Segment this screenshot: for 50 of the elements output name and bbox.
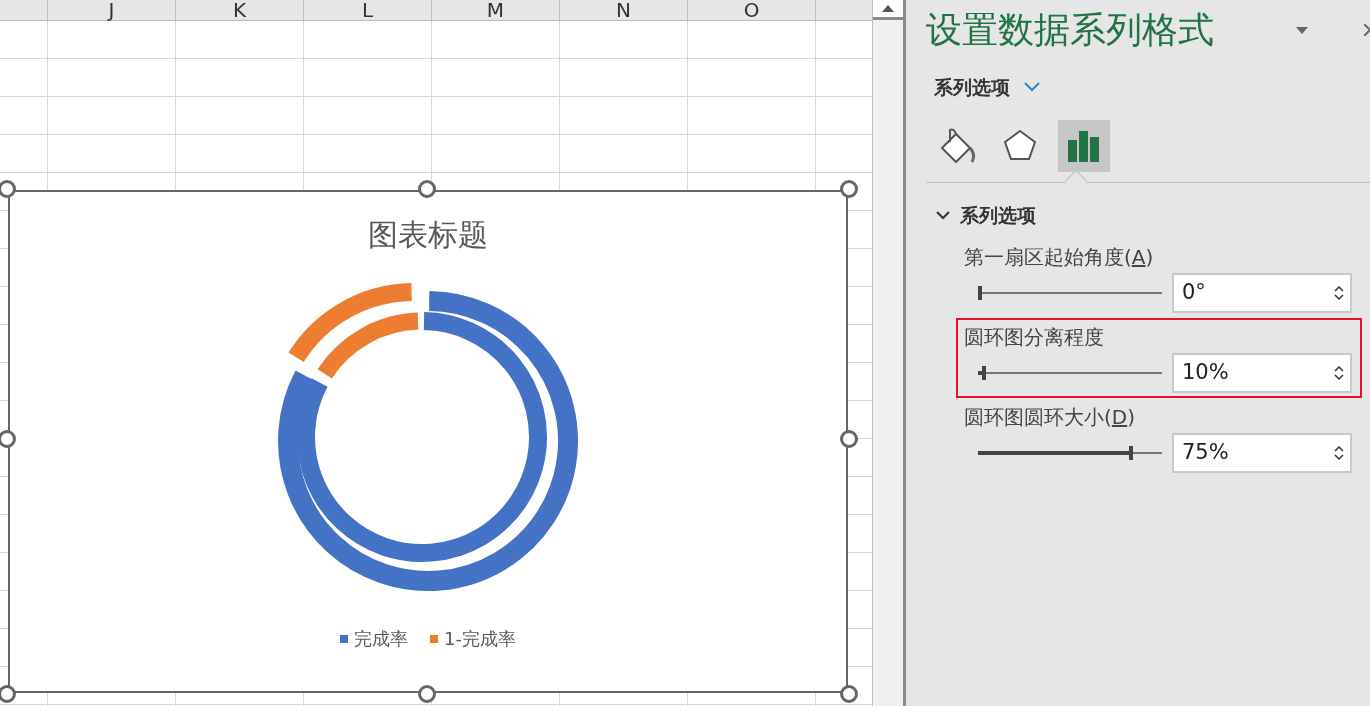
- icon-tab[interactable]: [1058, 120, 1110, 172]
- spin-up-icon[interactable]: [1334, 444, 1344, 452]
- resize-handle[interactable]: [0, 430, 16, 448]
- options-dropdown[interactable]: 系列选项: [934, 72, 1010, 102]
- close-icon[interactable]: [1364, 24, 1370, 36]
- setting-label: 第一扇区起始角度(A): [964, 243, 1154, 271]
- field-value: 10%: [1182, 358, 1229, 386]
- scroll-up-icon[interactable]: [882, 5, 894, 12]
- resize-handle[interactable]: [418, 180, 436, 198]
- spin-down-icon[interactable]: [1334, 453, 1344, 461]
- spin-field[interactable]: 0°: [1172, 272, 1352, 313]
- slider-thumb[interactable]: [978, 285, 982, 300]
- column-header[interactable]: N: [560, 0, 688, 20]
- resize-handle[interactable]: [0, 180, 16, 198]
- slider-track[interactable]: [978, 365, 1162, 380]
- resize-handle[interactable]: [0, 685, 16, 703]
- column-header[interactable]: K: [176, 0, 304, 20]
- bar-chart-icon: [1066, 128, 1102, 164]
- resize-handle[interactable]: [840, 180, 858, 198]
- chart-title: 图表标题: [368, 216, 488, 254]
- column-header[interactable]: M: [432, 0, 560, 20]
- column-header[interactable]: L: [304, 0, 432, 20]
- field-value: 75%: [1182, 438, 1229, 466]
- dropdown-caret-icon[interactable]: [1296, 26, 1308, 34]
- slider-track[interactable]: [978, 285, 1162, 300]
- resize-handle[interactable]: [418, 685, 436, 703]
- slider-thumb[interactable]: [981, 365, 986, 380]
- chevron-down-icon[interactable]: [1024, 82, 1040, 92]
- legend-label: 完成率: [354, 627, 408, 651]
- resize-handle[interactable]: [840, 685, 858, 703]
- resize-handle[interactable]: [840, 430, 858, 448]
- column-header[interactable]: O: [688, 0, 816, 20]
- chart-area[interactable]: 图表标题 完成率 1-完成率: [8, 190, 848, 693]
- spin-down-icon[interactable]: [1334, 293, 1344, 301]
- section-header[interactable]: 系列选项: [960, 201, 1036, 230]
- slider-thumb[interactable]: [1128, 445, 1133, 460]
- field-value: 0°: [1182, 278, 1206, 306]
- pane-title: 设置数据系列格式: [926, 12, 1214, 48]
- setting-label: 圆环图圆环大小(D): [964, 403, 1136, 431]
- slider-track[interactable]: [978, 445, 1162, 460]
- spin-up-icon[interactable]: [1334, 364, 1344, 372]
- section-chevron-icon[interactable]: [936, 210, 950, 220]
- spin-up-icon[interactable]: [1334, 284, 1344, 292]
- legend-label: 1-完成率: [444, 627, 516, 651]
- spin-field[interactable]: 10%: [1172, 352, 1352, 393]
- spin-down-icon[interactable]: [1334, 373, 1344, 381]
- vertical-scrollbar[interactable]: [872, 0, 906, 706]
- setting-label: 圆环图分离程度: [964, 323, 1104, 351]
- spin-field[interactable]: 75%: [1172, 432, 1352, 473]
- column-header[interactable]: J: [48, 0, 176, 20]
